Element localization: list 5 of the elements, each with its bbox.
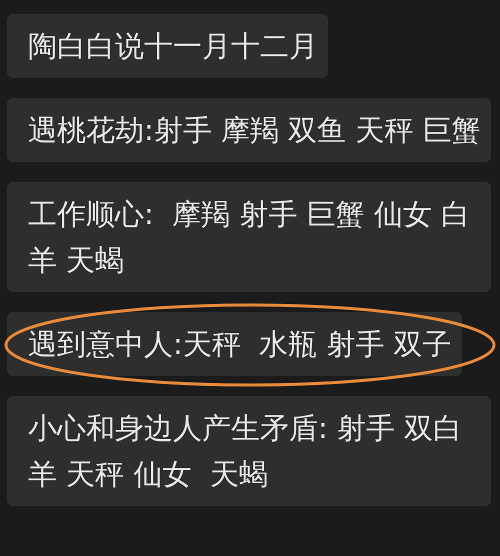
message-bubble: 遇桃花劫:射手 摩羯 双鱼 天秤 巨蟹 — [7, 98, 491, 162]
message-bubble: 陶白白说十一月十二月 — [7, 14, 328, 78]
message-bubble: 遇到意中人:天秤 水瓶 射手 双子 — [7, 312, 462, 376]
message-bubble: 工作顺心: 摩羯 射手 巨蟹 仙女 白羊 天蝎 — [7, 182, 491, 292]
message-bubble: 小心和身边人产生矛盾: 射手 双白羊 天秤 仙女 天蝎 — [7, 396, 491, 506]
